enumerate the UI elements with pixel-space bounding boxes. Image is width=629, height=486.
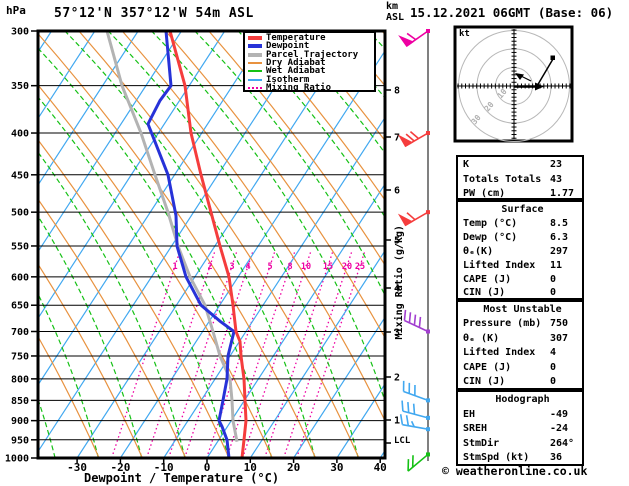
- svg-text:800: 800: [11, 374, 29, 385]
- svg-text:20: 20: [342, 262, 352, 272]
- svg-text:8: 8: [394, 86, 400, 97]
- svg-text:2: 2: [394, 373, 400, 384]
- indices-table: K 23 Totals Totals 43 PW (cm) 1.77: [456, 155, 584, 200]
- table-row: Pressure (mb) 750: [463, 318, 569, 330]
- legend-item: Mixing Ratio: [248, 82, 374, 93]
- temperature-trace: [168, 31, 248, 458]
- table-row: Totals Totals 43: [463, 173, 563, 185]
- table-row: Dewp (°C) 6.3: [463, 231, 569, 243]
- legend-swatch-dry-adiabat: [248, 62, 262, 65]
- svg-text:4: 4: [245, 262, 250, 272]
- table-row: Lifted Index 4: [463, 347, 557, 359]
- svg-text:20: 20: [287, 461, 300, 474]
- table-row: K 23: [463, 159, 563, 170]
- table-row: θₑ(K) 297: [463, 245, 569, 257]
- table-row: Lifted Index 11: [463, 259, 563, 271]
- legend-swatch-mixing-ratio: [248, 86, 262, 89]
- legend-swatch-temperature: [248, 36, 262, 41]
- svg-text:1000: 1000: [5, 454, 29, 465]
- table-row: StmDir 264°: [463, 437, 575, 449]
- svg-text:950: 950: [11, 435, 29, 446]
- altitude-axis-unit: km ASL: [386, 1, 405, 23]
- pressure-axis: 300 350 400 450 500 550 600 650 700 750 800 850 900 9…: [5, 27, 38, 465]
- svg-text:5: 5: [267, 262, 272, 272]
- legend-label: Mixing Ratio: [266, 82, 332, 93]
- svg-text:10: 10: [301, 262, 311, 272]
- svg-text:900: 900: [11, 416, 29, 427]
- pressure-axis-unit: hPa: [6, 4, 26, 17]
- table-row: SREH -24: [463, 423, 569, 435]
- hodograph: 102030: [453, 25, 574, 143]
- svg-text:8: 8: [287, 262, 292, 272]
- table-row: CAPE (J) 0: [463, 361, 557, 373]
- legend-swatch-dewpoint: [248, 44, 262, 49]
- legend-swatch-wet-adiabat: [248, 70, 262, 73]
- hodograph-unit-label: kt: [459, 29, 470, 39]
- svg-text:1: 1: [172, 262, 177, 272]
- table-title: Most Unstable: [483, 304, 562, 315]
- svg-text:30: 30: [330, 461, 343, 474]
- datetime-label: 15.12.2021 06GMT (Base: 06): [410, 5, 614, 20]
- svg-text:15: 15: [323, 262, 333, 272]
- svg-text:700: 700: [11, 327, 29, 338]
- copyright: © weatheronline.co.uk: [442, 464, 588, 478]
- table-row: CIN (J) 0: [463, 287, 557, 299]
- table-row: θₑ (K) 307: [463, 332, 569, 344]
- svg-text:500: 500: [11, 208, 29, 219]
- svg-text:7: 7: [394, 133, 400, 144]
- legend-swatch-parcel-trajectory: [248, 52, 262, 57]
- svg-text:450: 450: [11, 170, 29, 181]
- table-row: Temp (°C) 8.5: [463, 217, 569, 229]
- svg-text:650: 650: [11, 301, 29, 312]
- svg-text:550: 550: [11, 241, 29, 252]
- table-row: CAPE (J) 0: [463, 273, 557, 285]
- svg-text:3: 3: [229, 262, 234, 272]
- svg-text:2: 2: [207, 262, 212, 272]
- svg-text:750: 750: [11, 351, 29, 362]
- hodograph-table: Hodograph EH -49 SREH -24 StmDir 264° StmSpd (k…: [456, 390, 584, 466]
- svg-text:350: 350: [11, 81, 29, 92]
- svg-text:40: 40: [374, 461, 387, 474]
- svg-text:850: 850: [11, 396, 29, 407]
- table-row: CIN (J) 0: [463, 376, 557, 388]
- most-unstable-table: Most Unstable Pressure (mb) 750 θₑ (K) 307 Li…: [456, 300, 584, 390]
- svg-text:400: 400: [11, 129, 29, 140]
- legend: Temperature Dewpoint Parcel Trajectory Dry …: [243, 31, 376, 93]
- mixing-ratio-lines: [111, 249, 366, 458]
- svg-text:1: 1: [394, 416, 400, 427]
- svg-text:6: 6: [394, 186, 400, 197]
- table-title: Hodograph: [495, 394, 550, 405]
- table-title: Surface: [501, 204, 544, 215]
- svg-text:600: 600: [11, 272, 29, 283]
- svg-text:25: 25: [355, 262, 365, 272]
- x-axis-label: Dewpoint / Temperature (°C): [84, 471, 280, 485]
- svg-text:300: 300: [11, 27, 29, 38]
- mixing-ratio-axis-label: Mixing Ratio (g/kg): [393, 225, 405, 340]
- skewt-sounding-app: 1 2 3 4 5 8 10 15 20 25 300 350 400 450 500 550 600 650 70…: [0, 0, 629, 486]
- surface-table: Surface Temp (°C) 8.5 Dewp (°C) 6.3 θₑ(K) 297 L…: [456, 200, 584, 300]
- lcl-label: LCL: [394, 436, 411, 446]
- legend-swatch-isotherm: [248, 78, 262, 81]
- station-title: 57°12'N 357°12'W 54m ASL: [54, 6, 254, 21]
- table-row: EH -49: [463, 408, 569, 420]
